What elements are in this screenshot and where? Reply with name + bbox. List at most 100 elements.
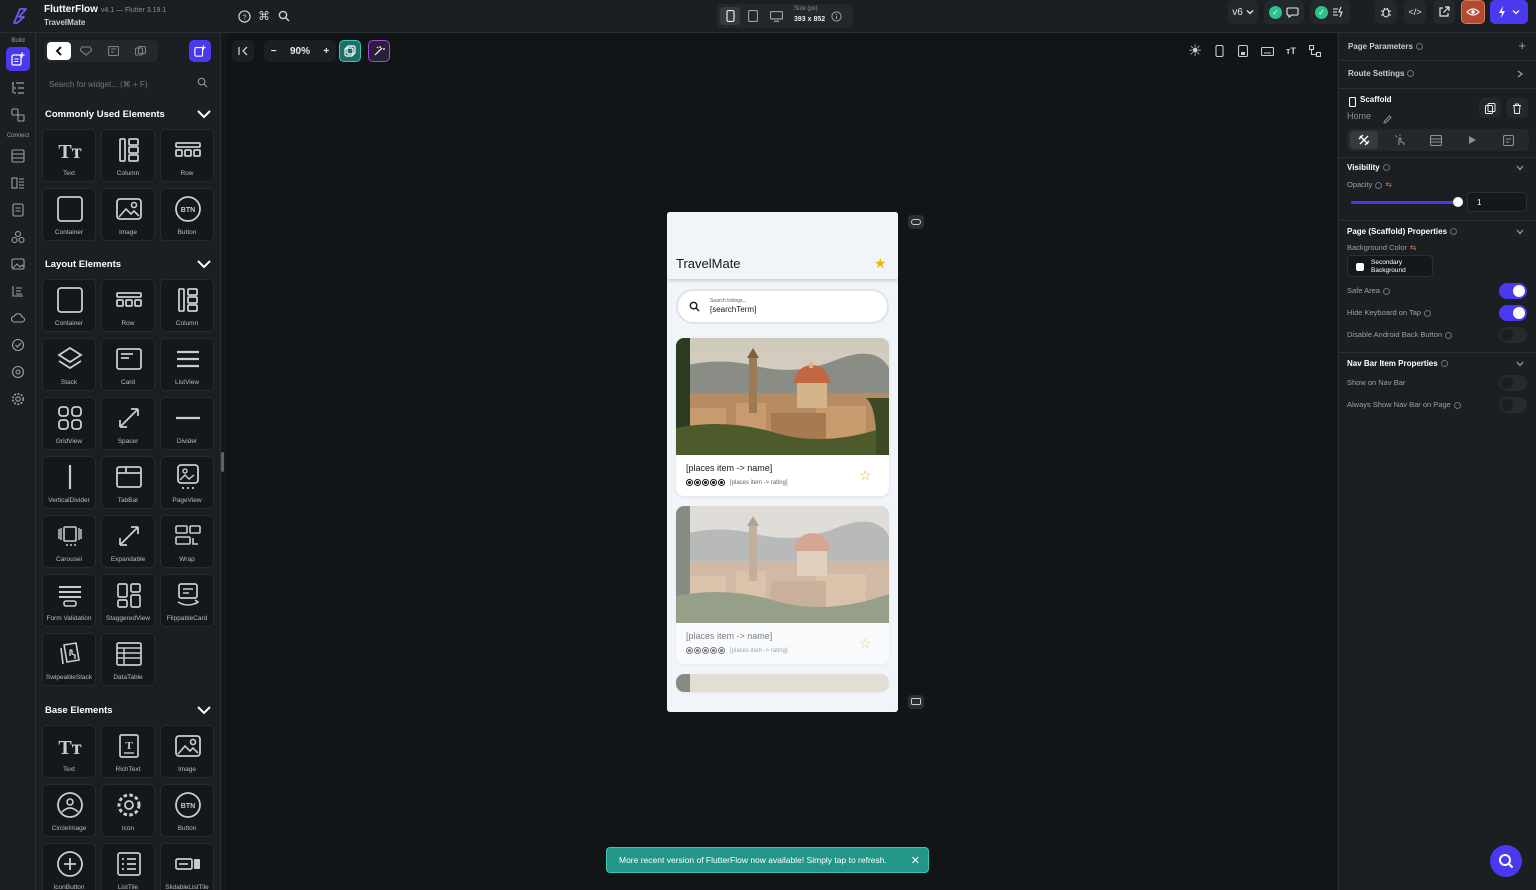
delete-button[interactable] [1506, 98, 1528, 118]
info-icon[interactable] [1424, 309, 1432, 317]
size-value[interactable]: 393 x 852 [794, 16, 825, 23]
info-icon[interactable] [1445, 331, 1453, 339]
localization-icon[interactable] [8, 281, 28, 301]
info-icon[interactable] [1450, 228, 1458, 236]
help-search-button[interactable] [1490, 845, 1522, 877]
search-icon[interactable] [276, 8, 292, 24]
duplicate-button[interactable] [1479, 98, 1501, 118]
zoom-in-button[interactable]: + [323, 46, 329, 57]
widget-tile-expandable[interactable]: Expandable [101, 515, 155, 568]
widget-tile-spacer[interactable]: Spacer [101, 397, 155, 450]
set-variable-icon[interactable]: ⇆ [1385, 180, 1391, 189]
widget-tile-column[interactable]: Column [160, 279, 214, 332]
tab-widgets[interactable] [47, 42, 71, 60]
widget-tile-iconbutton[interactable]: IconButton [42, 843, 96, 890]
widget-tile-row[interactable]: Row [160, 129, 214, 182]
chevron-down-icon[interactable] [1516, 228, 1524, 236]
light-mode-icon[interactable]: ☀ [1188, 43, 1202, 60]
tab-libraries[interactable] [128, 42, 152, 60]
widget-tile-container[interactable]: Container [42, 188, 96, 241]
widget-search-input[interactable] [44, 73, 214, 95]
flutterflow-logo-icon[interactable] [9, 6, 29, 26]
device-toggle-icon[interactable] [908, 695, 924, 709]
settings-gear-icon[interactable] [8, 389, 28, 409]
design-canvas[interactable]: − 90% + ☀ ᴛT TravelMate ★ Search listing… [226, 33, 1336, 890]
widget-tile-listtile[interactable]: ListTile [101, 843, 155, 890]
validation-status-button[interactable]: ✓ [1310, 0, 1350, 24]
chevron-right-icon[interactable] [1516, 70, 1524, 78]
widget-tile-richtext[interactable]: T RichText [101, 725, 155, 778]
info-icon[interactable] [1453, 401, 1461, 409]
widget-tile-container[interactable]: Container [42, 279, 96, 332]
info-icon[interactable] [1407, 70, 1415, 78]
toggle-debug-button[interactable] [368, 40, 390, 62]
close-icon[interactable]: ✕ [911, 854, 920, 867]
safe-area-toggle[interactable] [1499, 283, 1527, 299]
phone-preview[interactable]: TravelMate ★ Search listings... [searchT… [667, 212, 898, 712]
widget-tile-pageview[interactable]: PageView [160, 456, 214, 509]
command-icon[interactable]: ⌘ [256, 8, 272, 24]
info-icon[interactable] [1415, 43, 1423, 51]
add-widget-button[interactable] [189, 40, 211, 62]
show-nav-toggle[interactable] [1499, 375, 1527, 391]
place-card[interactable] [676, 674, 889, 692]
link-icon[interactable] [908, 215, 924, 229]
tab-animations[interactable] [1458, 131, 1486, 149]
chevron-down-icon[interactable] [196, 259, 212, 269]
always-nav-toggle[interactable] [1499, 397, 1527, 413]
device-frame-icon[interactable] [1236, 44, 1250, 58]
app-state-icon[interactable] [8, 173, 28, 193]
zoom-out-button[interactable]: − [271, 46, 277, 57]
keyboard-icon[interactable] [1260, 44, 1274, 58]
widget-tile-wrap[interactable]: Wrap [160, 515, 214, 568]
widget-tile-verticaldivider[interactable]: VerticalDivider [42, 456, 96, 509]
widget-tile-row[interactable]: Row [101, 279, 155, 332]
widget-tile-datatable[interactable]: DataTable [101, 633, 155, 686]
widget-tile-image[interactable]: Image [101, 188, 155, 241]
bg-color-picker[interactable]: Secondary Background [1347, 255, 1433, 277]
help-icon[interactable]: ? [236, 8, 252, 24]
phone-device-button[interactable] [720, 7, 740, 25]
widget-tile-icon[interactable]: Icon [101, 784, 155, 837]
widget-tile-column[interactable]: Column [101, 129, 155, 182]
branch-dropdown[interactable]: v6 [1228, 0, 1258, 24]
collapse-panel-button[interactable] [232, 40, 254, 62]
widget-tile-flippablecard[interactable]: FlippableCard [160, 574, 214, 627]
info-icon[interactable] [1375, 181, 1383, 189]
widget-tree-icon[interactable] [8, 78, 28, 98]
star-outline-icon[interactable]: ☆ [859, 635, 872, 652]
opacity-slider-thumb[interactable] [1453, 197, 1463, 207]
tab-backend-query[interactable] [1422, 131, 1450, 149]
tab-components[interactable] [74, 42, 98, 60]
text-scale-icon[interactable]: ᴛT [1284, 44, 1298, 58]
page-title[interactable]: TravelMate [676, 256, 741, 271]
widget-tile-listview[interactable]: ListView [160, 338, 214, 391]
chevron-down-icon[interactable] [1516, 164, 1524, 172]
info-icon[interactable] [1382, 287, 1390, 295]
cloud-icon[interactable] [8, 308, 28, 328]
page-name[interactable]: Home [1347, 111, 1371, 121]
widget-tile-swipeablestack[interactable]: SwipeableStack [42, 633, 96, 686]
api-calls-icon[interactable] [8, 200, 28, 220]
widget-tile-text[interactable]: Tт Text [42, 725, 96, 778]
zoom-level[interactable]: 90% [290, 46, 310, 57]
update-toast[interactable]: More recent version of FlutterFlow now a… [606, 847, 929, 873]
panel-resize-handle[interactable] [221, 452, 224, 472]
widget-tile-gridview[interactable]: GridView [42, 397, 96, 450]
widget-tile-carousel[interactable]: Carousel [42, 515, 96, 568]
widget-tile-stack[interactable]: Stack [42, 338, 96, 391]
add-parameter-icon[interactable]: + [1518, 38, 1526, 53]
widget-palette-icon[interactable] [6, 47, 30, 71]
toggle-layout-button[interactable] [339, 40, 361, 62]
chevron-down-icon[interactable] [196, 705, 212, 715]
tree-structure-icon[interactable] [1308, 44, 1322, 58]
run-dropdown-button[interactable] [1490, 0, 1528, 24]
preview-button[interactable] [1461, 0, 1485, 24]
ai-agents-icon[interactable] [8, 362, 28, 382]
media-assets-icon[interactable] [8, 254, 28, 274]
widget-tile-slidablelisttile[interactable]: SlidableListTile [160, 843, 214, 890]
route-settings-header[interactable]: Route Settings [1348, 69, 1415, 78]
widget-tile-button[interactable]: BTN Button [160, 188, 214, 241]
widget-tile-circleimage[interactable]: CircleImage [42, 784, 96, 837]
star-outline-icon[interactable]: ☆ [859, 467, 872, 484]
